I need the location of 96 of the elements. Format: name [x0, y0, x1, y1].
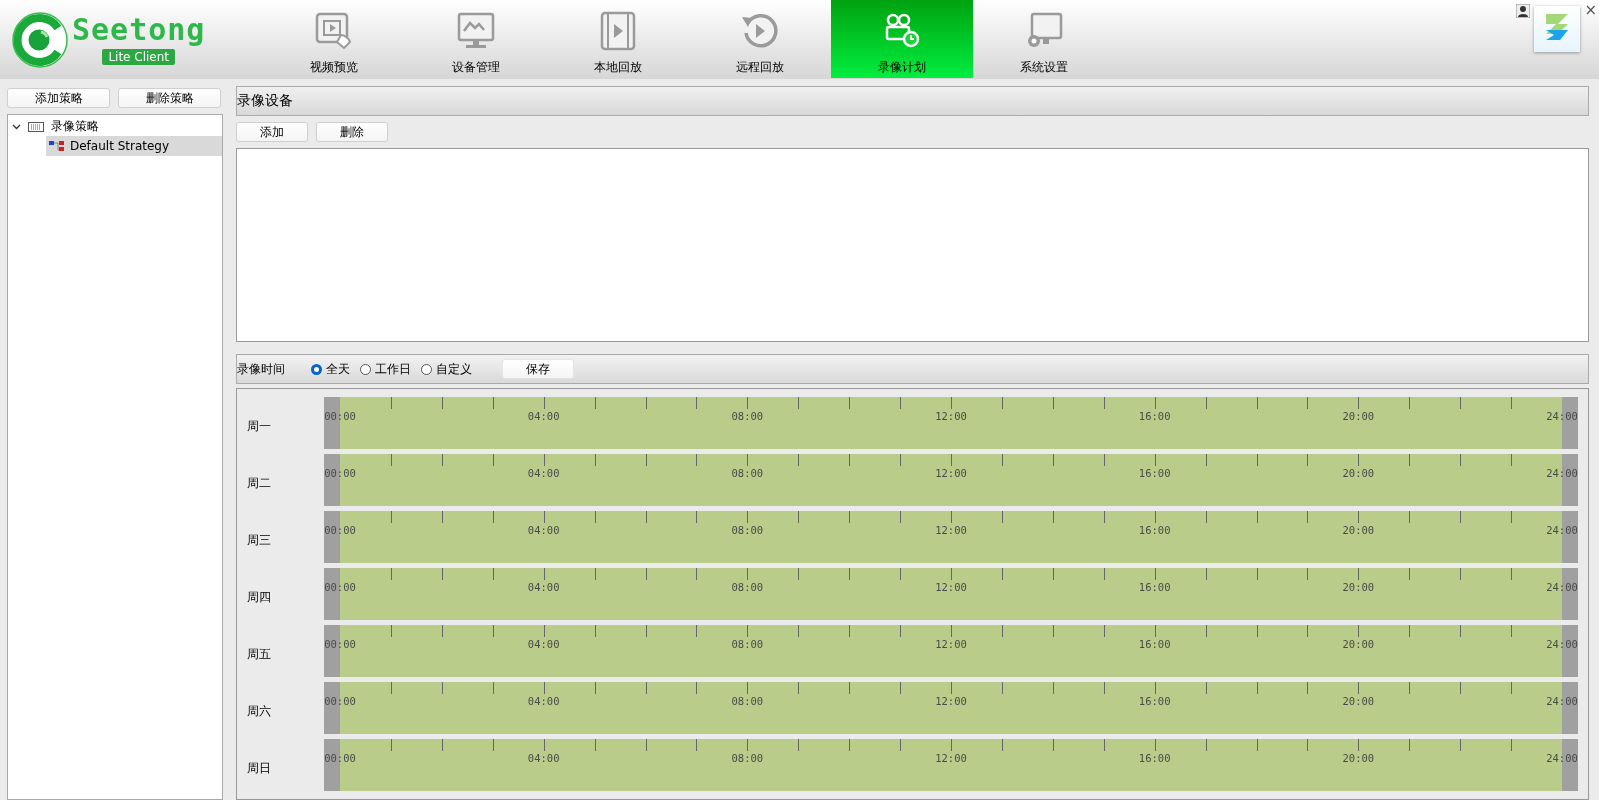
radio-icon[interactable]	[311, 363, 322, 375]
timeline-bar[interactable]: 00:00 04:00 08:00 12:00 16:00 20:00 24:00	[324, 739, 1578, 791]
time-label: 16:00	[1138, 752, 1171, 764]
time-label: 00:00	[324, 410, 356, 422]
film-play-icon	[598, 11, 638, 51]
toolbar-button[interactable]: 删除	[316, 122, 388, 142]
time-label: 04:00	[527, 752, 560, 764]
time-label: 24:00	[1546, 581, 1578, 593]
time-label: 04:00	[527, 695, 560, 707]
time-label: 00:00	[324, 524, 356, 536]
nav-tab[interactable]: 系统设置	[973, 0, 1115, 78]
time-label: 20:00	[1342, 752, 1375, 764]
nav-tab[interactable]: 本地回放	[547, 0, 689, 78]
time-label: 24:00	[1546, 752, 1578, 764]
replay-icon	[740, 11, 780, 51]
time-label: 24:00	[1546, 524, 1578, 536]
hierarchy-icon	[49, 140, 64, 152]
time-label: 12:00	[935, 581, 967, 593]
time-label: 12:00	[935, 410, 967, 422]
time-label: 20:00	[1342, 524, 1375, 536]
time-label: 16:00	[1138, 467, 1171, 479]
time-label: 00:00	[324, 638, 356, 650]
time-label: 04:00	[527, 638, 560, 650]
day-label: 周一	[246, 417, 272, 435]
radio-option[interactable]: 自定义	[421, 360, 472, 378]
time-label: 16:00	[1138, 638, 1171, 650]
time-label: 00:00	[324, 752, 356, 764]
time-label: 16:00	[1138, 695, 1171, 707]
user-icon[interactable]	[1516, 4, 1531, 18]
radio-option[interactable]: 工作日	[360, 360, 411, 378]
time-label: 12:00	[935, 638, 967, 650]
day-label: 周四	[246, 588, 272, 606]
time-label: 08:00	[731, 638, 764, 650]
time-label: 20:00	[1342, 410, 1375, 422]
timeline-bar[interactable]: 00:00 04:00 08:00 12:00 16:00 20:00 24:00	[324, 568, 1578, 620]
section-title: 录像设备	[237, 92, 293, 110]
keyboard-icon	[28, 121, 44, 132]
radio-icon[interactable]	[360, 363, 371, 375]
logo-icon	[12, 11, 68, 68]
nav-tab[interactable]: 录像计划	[831, 0, 973, 78]
timeline-bar[interactable]: 00:00 04:00 08:00 12:00 16:00 20:00 24:00	[324, 397, 1578, 449]
nav-tab[interactable]: 视频预览	[263, 0, 405, 78]
time-label: 12:00	[935, 524, 967, 536]
time-label: 24:00	[1546, 638, 1578, 650]
logo-badge: Lite Client	[102, 49, 176, 65]
tree-item[interactable]: 录像策略	[51, 118, 99, 135]
time-label: 20:00	[1342, 581, 1375, 593]
tree-item[interactable]: Default Strategy	[46, 136, 222, 156]
timeline-bar[interactable]: 00:00 04:00 08:00 12:00 16:00 20:00 24:00	[324, 454, 1578, 506]
time-label: 04:00	[527, 581, 560, 593]
time-label: 16:00	[1138, 410, 1171, 422]
toolbar-button[interactable]: 添加策略	[7, 88, 110, 108]
time-label: 12:00	[935, 752, 967, 764]
chevron-down-icon[interactable]	[12, 122, 21, 131]
toolbar-button[interactable]: 添加	[236, 122, 308, 142]
day-label: 周六	[246, 702, 272, 720]
time-label: 24:00	[1546, 410, 1578, 422]
time-label: 12:00	[935, 467, 967, 479]
time-label: 04:00	[527, 467, 560, 479]
day-label: 周日	[246, 759, 272, 777]
time-label: 20:00	[1342, 467, 1375, 479]
time-label: 08:00	[731, 695, 764, 707]
video-touch-icon	[314, 11, 354, 51]
logo-text: Seetong	[72, 14, 206, 46]
time-label: 08:00	[731, 467, 764, 479]
time-label: 20:00	[1342, 695, 1375, 707]
time-label: 04:00	[527, 410, 560, 422]
monitor-icon	[456, 11, 496, 51]
day-label: 周二	[246, 474, 272, 492]
close-button[interactable]: ×	[1584, 3, 1597, 17]
time-label: 08:00	[731, 410, 764, 422]
time-label: 04:00	[527, 524, 560, 536]
time-label: 00:00	[324, 467, 356, 479]
radio-icon[interactable]	[421, 363, 432, 375]
time-label: 08:00	[731, 752, 764, 764]
time-label: 00:00	[324, 581, 356, 593]
time-label: 16:00	[1138, 581, 1171, 593]
timeline-bar[interactable]: 00:00 04:00 08:00 12:00 16:00 20:00 24:00	[324, 625, 1578, 677]
time-label: 16:00	[1138, 524, 1171, 536]
time-label: 20:00	[1342, 638, 1375, 650]
timeline-bar[interactable]: 00:00 04:00 08:00 12:00 16:00 20:00 24:00	[324, 682, 1578, 734]
time-label: 00:00	[324, 695, 356, 707]
time-label: 12:00	[935, 695, 967, 707]
day-label: 周五	[246, 645, 272, 663]
time-label: 24:00	[1546, 467, 1578, 479]
time-label: 08:00	[731, 581, 764, 593]
time-label: 24:00	[1546, 695, 1578, 707]
timeline-bar[interactable]: 00:00 04:00 08:00 12:00 16:00 20:00 24:00	[324, 511, 1578, 563]
day-label: 周三	[246, 531, 272, 549]
time-label: 08:00	[731, 524, 764, 536]
nav-tab[interactable]: 远程回放	[689, 0, 831, 78]
radio-option[interactable]: 全天	[311, 360, 350, 378]
toolbar-button[interactable]: 删除策略	[118, 88, 221, 108]
save-button[interactable]: 保存	[502, 359, 574, 379]
nav-tab[interactable]: 设备管理	[405, 0, 547, 78]
field-label: 录像时间	[237, 360, 285, 378]
